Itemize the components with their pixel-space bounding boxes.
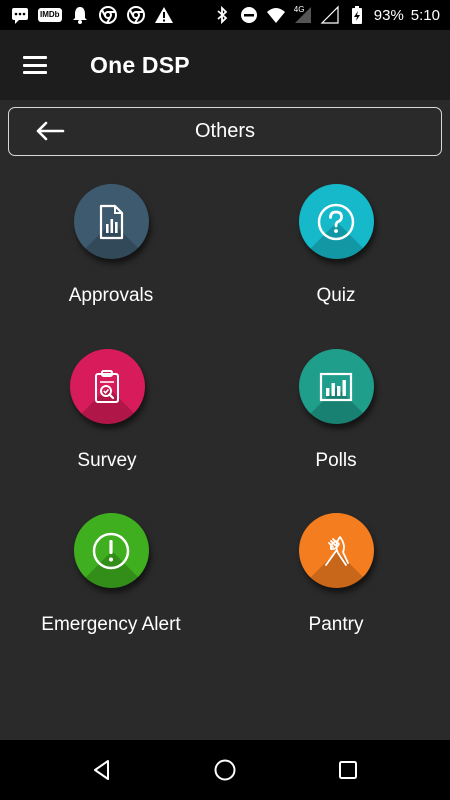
tile-label: Pantry [308, 614, 364, 635]
nav-home-button[interactable] [205, 750, 245, 790]
network-4g-icon: 4G [293, 5, 313, 25]
network-label: 4G [293, 5, 305, 14]
tile-label: Emergency Alert [41, 614, 181, 635]
back-button[interactable] [33, 116, 67, 146]
app-title: One DSP [90, 51, 190, 78]
menu-button[interactable] [0, 30, 70, 100]
app-bar: One DSP [0, 30, 450, 100]
emergency-alert-circle[interactable] [73, 513, 149, 588]
triangle-back-icon [93, 760, 109, 780]
warning-icon [154, 5, 174, 25]
question-mark-icon [317, 203, 355, 240]
imdb-icon: IMDb [38, 8, 62, 22]
tile-emergency-alert[interactable]: Emergency Alert [11, 513, 211, 653]
report-document-icon [99, 204, 124, 239]
tile-label: Survey [77, 450, 137, 471]
clipboard-check-icon [95, 369, 119, 403]
arrow-left-icon [36, 121, 65, 141]
alert-exclamation-icon [92, 532, 130, 569]
tile-label: Approvals [68, 285, 154, 306]
chrome-icon [98, 5, 118, 25]
battery-icon [347, 5, 367, 25]
tile-quiz[interactable]: Quiz [236, 184, 436, 324]
tile-label: Polls [315, 450, 357, 471]
pantry-circle[interactable] [298, 513, 374, 588]
wifi-icon [266, 5, 286, 25]
status-bar: IMDb 4G 93% 5:10 [0, 0, 450, 30]
bar-chart-icon [319, 372, 353, 401]
chrome-icon [126, 5, 146, 25]
tile-approvals[interactable]: Approvals [11, 184, 211, 324]
approvals-circle[interactable] [73, 184, 149, 259]
nav-back-button[interactable] [82, 750, 122, 790]
tile-label: Quiz [316, 285, 356, 306]
polls-circle[interactable] [298, 349, 374, 424]
hamburger-icon [23, 56, 47, 74]
tile-polls[interactable]: Polls [236, 349, 436, 489]
section-header: Others [8, 107, 442, 156]
fork-knife-icon [325, 535, 349, 566]
bluetooth-icon [212, 5, 232, 25]
tile-survey[interactable]: Survey [7, 349, 207, 489]
survey-circle[interactable] [69, 349, 145, 424]
do-not-disturb-icon [239, 5, 259, 25]
bell-icon [70, 5, 90, 25]
system-nav-bar [0, 740, 450, 800]
tile-pantry[interactable]: Pantry [236, 513, 436, 653]
battery-percent: 93% [373, 6, 404, 24]
signal-icon [320, 5, 340, 25]
clock: 5:10 [410, 6, 440, 24]
nav-recents-button[interactable] [328, 750, 368, 790]
quiz-circle[interactable] [298, 184, 374, 259]
square-recents-icon [339, 761, 358, 779]
section-title: Others [194, 120, 256, 142]
circle-home-icon [214, 759, 236, 781]
message-icon [10, 5, 30, 25]
